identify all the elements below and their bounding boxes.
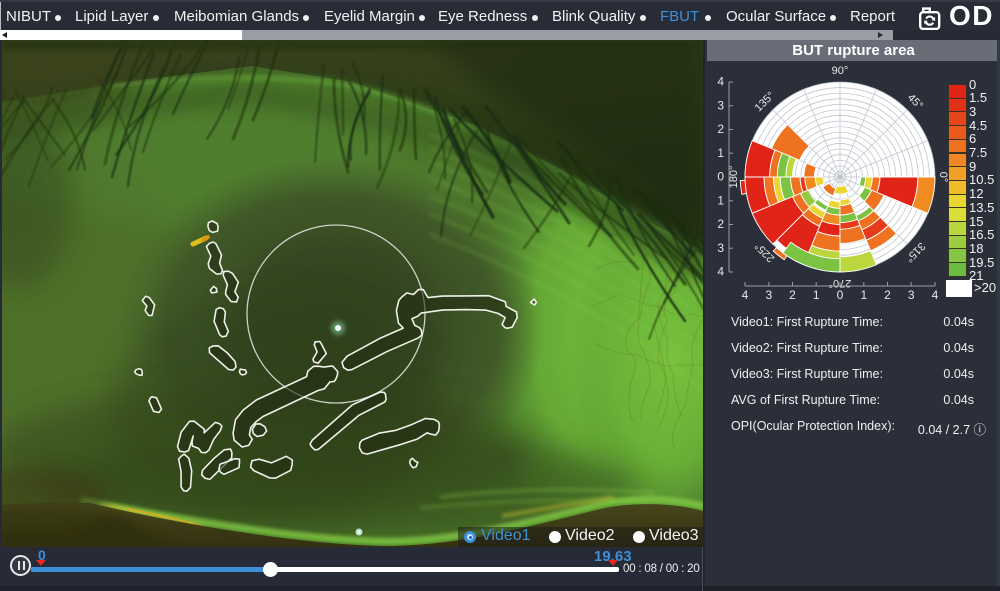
svg-text:3: 3 (765, 288, 772, 302)
svg-text:1: 1 (717, 193, 724, 207)
svg-text:45°: 45° (905, 92, 925, 112)
svg-text:2: 2 (789, 288, 796, 302)
svg-text:90°: 90° (832, 65, 849, 77)
svg-text:4: 4 (717, 265, 724, 279)
svg-text:0: 0 (837, 288, 844, 302)
svg-text:1: 1 (717, 146, 724, 160)
svg-text:1: 1 (813, 288, 820, 302)
svg-text:0: 0 (717, 170, 724, 184)
svg-text:4: 4 (932, 288, 939, 302)
svg-text:3: 3 (717, 98, 724, 112)
svg-text:1: 1 (860, 288, 867, 302)
svg-text:3: 3 (908, 288, 915, 302)
svg-text:2: 2 (884, 288, 891, 302)
svg-text:2: 2 (717, 122, 724, 136)
svg-text:4: 4 (717, 75, 724, 89)
svg-text:3: 3 (717, 241, 724, 255)
svg-text:2: 2 (717, 217, 724, 231)
svg-text:4: 4 (742, 288, 749, 302)
